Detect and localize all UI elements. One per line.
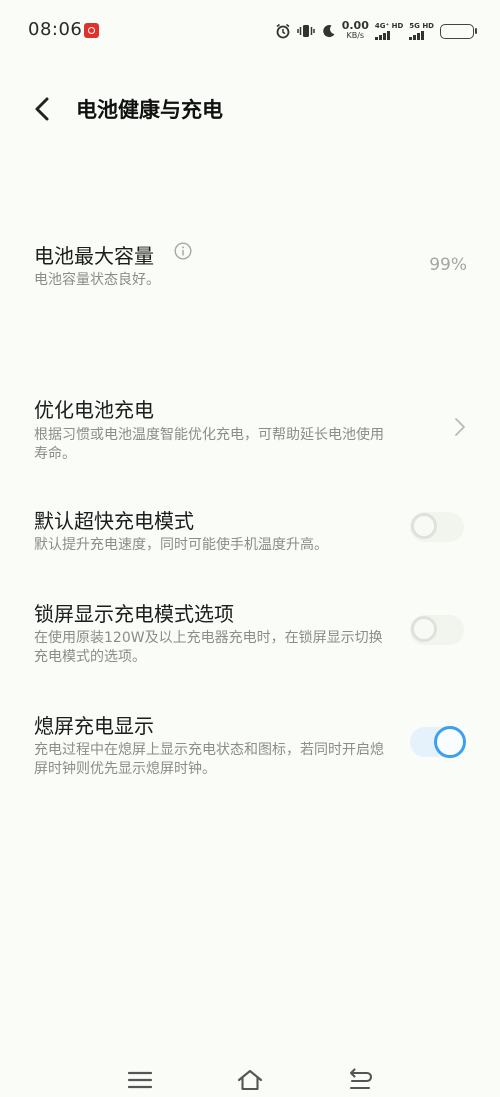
vibrate-icon [296,23,315,39]
signal-sim1: 4G⁺ HD [374,22,404,40]
status-bar: 08:06 0.00 KB/s 4G⁺ HD 5G HD [0,0,500,60]
setting-optimize-charging[interactable]: 优化电池充电 根据习惯或电池温度智能优化充电，可帮助延长电池使用寿命。 [0,385,500,475]
lockscreen-mode-option-desc: 在使用原装120W及以上充电器充电时，在锁屏显示切换充电模式的选项。 [34,630,383,665]
default-super-fast-toggle[interactable] [410,512,464,542]
lockscreen-mode-option-title: 锁屏显示充电模式选项 [34,602,234,626]
signal-sim2: 5G HD [409,22,434,40]
page-title: 电池健康与充电 [76,98,223,122]
toggle-knob [411,616,437,642]
default-super-fast-title: 默认超快充电模式 [34,509,194,533]
battery-icon [440,23,477,39]
setting-screen-off-display: 熄屏充电显示 充电过程中在熄屏上显示充电状态和图标，若同时开启熄屏时钟则优先显示… [0,702,500,792]
home-icon[interactable] [236,1068,264,1092]
toggle-knob [434,726,466,758]
lockscreen-mode-option-toggle[interactable] [410,615,464,645]
toggle-knob [411,513,437,539]
back-nav-icon[interactable] [347,1068,375,1092]
net-speed-value: 0.00 [341,19,369,32]
default-super-fast-desc: 默认提升充电速度，同时可能使手机温度升高。 [34,537,328,553]
signal-bars-icon [409,31,425,40]
max-capacity-value: 99% [429,255,467,275]
max-capacity-title: 电池最大容量 [34,244,154,268]
screen-off-display-toggle[interactable] [410,726,466,758]
do-not-disturb-moon-icon [321,24,336,39]
screen-off-display-title: 熄屏充电显示 [34,714,154,738]
setting-max-capacity: 电池最大容量 99% 电池容量状态良好。 [0,230,500,310]
setting-lockscreen-mode-option: 锁屏显示充电模式选项 在使用原装120W及以上充电器充电时，在锁屏显示切换充电模… [0,590,500,680]
page-header: 电池健康与充电 [0,78,500,138]
setting-default-super-fast: 默认超快充电模式 默认提升充电速度，同时可能使手机温度升高。 [0,497,500,567]
status-icons: 0.00 KB/s 4G⁺ HD 5G HD [275,17,477,45]
network-speed: 0.00 KB/s [341,19,369,41]
optimize-charging-title: 优化电池充电 [34,398,154,422]
app-notification-icon [84,23,99,38]
menu-icon[interactable] [126,1068,154,1092]
chevron-right-icon[interactable] [454,417,466,437]
signal-bars-icon [374,31,390,40]
navigation-bar [0,1050,500,1097]
back-chevron-icon[interactable] [32,96,54,122]
net-speed-unit: KB/s [346,31,365,40]
max-capacity-desc: 电池容量状态良好。 [34,272,160,288]
alarm-icon [275,23,291,39]
signal-sim1-label: 4G⁺ HD [374,22,404,30]
status-time: 08:06 [28,19,83,40]
screen-off-display-desc: 充电过程中在熄屏上显示充电状态和图标，若同时开启熄屏时钟则优先显示熄屏时钟。 [34,742,384,777]
optimize-charging-desc: 根据习惯或电池温度智能优化充电，可帮助延长电池使用寿命。 [34,427,384,462]
signal-sim2-label: 5G HD [409,22,434,30]
info-icon[interactable] [174,242,192,260]
